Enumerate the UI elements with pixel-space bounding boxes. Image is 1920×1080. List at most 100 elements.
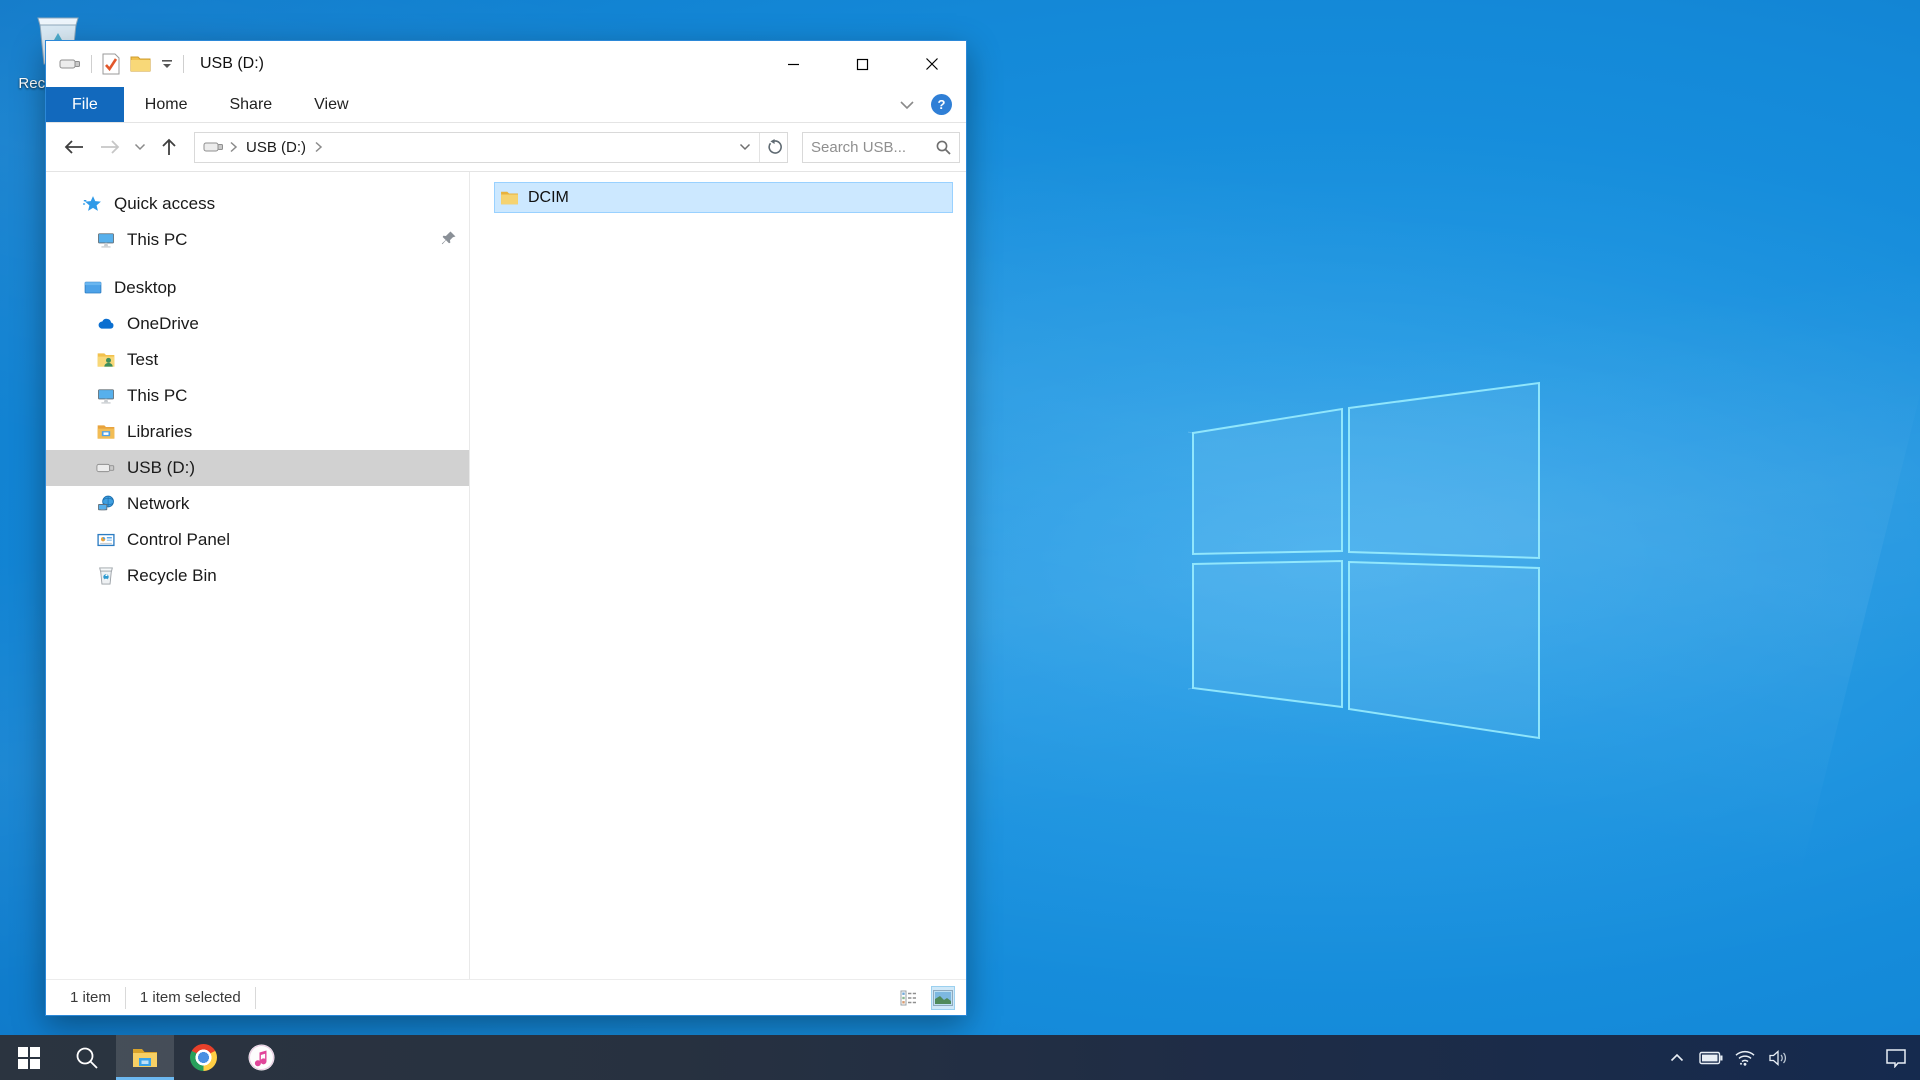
taskbar	[0, 1035, 1920, 1080]
maximize-icon	[856, 58, 869, 71]
refresh-button[interactable]	[759, 133, 787, 162]
sidebar-item-recycle-bin[interactable]: Recycle Bin	[46, 558, 469, 594]
this-pc-icon	[96, 386, 116, 406]
sidebar-item-label: USB (D:)	[127, 458, 195, 478]
chrome-icon	[190, 1044, 217, 1071]
windows-logo-wallpaper	[1188, 378, 1548, 746]
tab-view[interactable]: View	[293, 87, 369, 122]
address-bar[interactable]: USB (D:)	[194, 132, 788, 163]
breadcrumb-usb[interactable]: USB (D:)	[242, 139, 310, 156]
sidebar-item-label: Network	[127, 494, 189, 514]
usb-drive-icon	[96, 458, 116, 478]
itunes-icon	[248, 1044, 275, 1071]
breadcrumb-chevron-icon[interactable]	[314, 141, 323, 153]
sidebar-section-gap	[46, 258, 469, 270]
file-list[interactable]: DCIM	[470, 172, 966, 979]
minimize-icon	[787, 58, 800, 71]
taskbar-file-explorer-button[interactable]	[116, 1035, 174, 1080]
file-name: DCIM	[528, 189, 569, 207]
titlebar[interactable]: USB (D:)	[46, 41, 966, 87]
search-box[interactable]	[802, 132, 960, 163]
sidebar-item-this-pc-pinned[interactable]: This PC	[46, 222, 469, 258]
details-view-icon	[900, 990, 918, 1006]
battery-icon	[1699, 1051, 1723, 1065]
control-panel-icon	[96, 530, 116, 550]
tab-file[interactable]: File	[46, 87, 124, 122]
search-icon[interactable]	[936, 140, 951, 155]
navigation-bar: USB (D:)	[46, 123, 966, 172]
usb-drive-crumb-icon	[203, 139, 225, 155]
tray-volume-button[interactable]	[1762, 1035, 1796, 1080]
qat-properties-icon[interactable]	[101, 53, 121, 75]
sidebar-item-label: OneDrive	[127, 314, 199, 334]
wifi-icon	[1734, 1049, 1756, 1066]
search-input[interactable]	[811, 139, 921, 156]
taskbar-chrome-button[interactable]	[174, 1035, 232, 1080]
user-folder-icon	[96, 350, 116, 370]
sidebar-item-test[interactable]: Test	[46, 342, 469, 378]
desktop-icon	[83, 278, 103, 298]
expand-ribbon-icon[interactable]	[899, 100, 915, 110]
tray-spacer	[1796, 1035, 1872, 1080]
tray-wifi-button[interactable]	[1728, 1035, 1762, 1080]
sidebar-item-libraries[interactable]: Libraries	[46, 414, 469, 450]
sidebar-item-label: Control Panel	[127, 530, 230, 550]
close-icon	[925, 57, 939, 71]
selection-count: 1 item selected	[140, 989, 241, 1006]
back-button[interactable]	[56, 138, 92, 156]
tray-battery-button[interactable]	[1694, 1035, 1728, 1080]
thumbnail-view-button[interactable]	[932, 987, 954, 1009]
maximize-button[interactable]	[828, 41, 897, 87]
up-arrow-icon	[160, 137, 178, 157]
status-bar: 1 item 1 item selected	[46, 979, 966, 1015]
onedrive-icon	[96, 314, 116, 334]
divider	[255, 987, 256, 1009]
sidebar-item-desktop[interactable]: Desktop	[46, 270, 469, 306]
folder-icon	[500, 190, 519, 206]
address-dropdown-button[interactable]	[731, 133, 759, 162]
sidebar-item-this-pc[interactable]: This PC	[46, 378, 469, 414]
file-item-dcim[interactable]: DCIM	[494, 182, 953, 213]
sidebar-item-label: Libraries	[127, 422, 192, 442]
forward-button[interactable]	[92, 138, 128, 156]
network-icon	[96, 494, 116, 514]
navigation-pane: Quick access This PC	[46, 172, 470, 979]
qat-customize-dropdown-icon[interactable]	[160, 58, 174, 70]
taskbar-itunes-button[interactable]	[232, 1035, 290, 1080]
pin-icon	[441, 230, 457, 251]
tray-show-hidden-icons-button[interactable]	[1660, 1035, 1694, 1080]
speaker-icon	[1769, 1050, 1789, 1066]
close-button[interactable]	[897, 41, 966, 87]
item-count: 1 item	[70, 989, 111, 1006]
usb-drive-window-icon	[58, 54, 82, 74]
windows-start-icon	[18, 1047, 40, 1069]
qat-new-folder-icon[interactable]	[130, 55, 151, 73]
divider	[183, 55, 184, 73]
thumbnail-view-icon	[933, 990, 953, 1006]
sidebar-item-label: Quick access	[114, 194, 215, 214]
taskbar-search-button[interactable]	[58, 1035, 116, 1080]
sidebar-item-quick-access[interactable]: Quick access	[46, 186, 469, 222]
chevron-down-icon	[739, 143, 751, 151]
breadcrumb-chevron-icon[interactable]	[229, 141, 238, 153]
start-button[interactable]	[0, 1035, 58, 1080]
up-button[interactable]	[152, 137, 186, 157]
action-center-button[interactable]	[1872, 1035, 1920, 1080]
minimize-button[interactable]	[759, 41, 828, 87]
recent-locations-button[interactable]	[128, 143, 152, 151]
tab-share[interactable]: Share	[208, 87, 293, 122]
search-icon	[75, 1046, 99, 1070]
details-view-button[interactable]	[898, 987, 920, 1009]
tab-home[interactable]: Home	[124, 87, 209, 122]
forward-arrow-icon	[99, 138, 121, 156]
refresh-icon	[766, 139, 782, 155]
chevron-up-icon	[1670, 1053, 1684, 1062]
sidebar-item-usb-drive[interactable]: USB (D:)	[46, 450, 469, 486]
help-button[interactable]: ?	[931, 94, 952, 115]
sidebar-item-control-panel[interactable]: Control Panel	[46, 522, 469, 558]
sidebar-item-network[interactable]: Network	[46, 486, 469, 522]
sidebar-item-onedrive[interactable]: OneDrive	[46, 306, 469, 342]
divider	[91, 55, 92, 73]
libraries-icon	[96, 422, 116, 442]
chevron-down-icon	[134, 143, 146, 151]
